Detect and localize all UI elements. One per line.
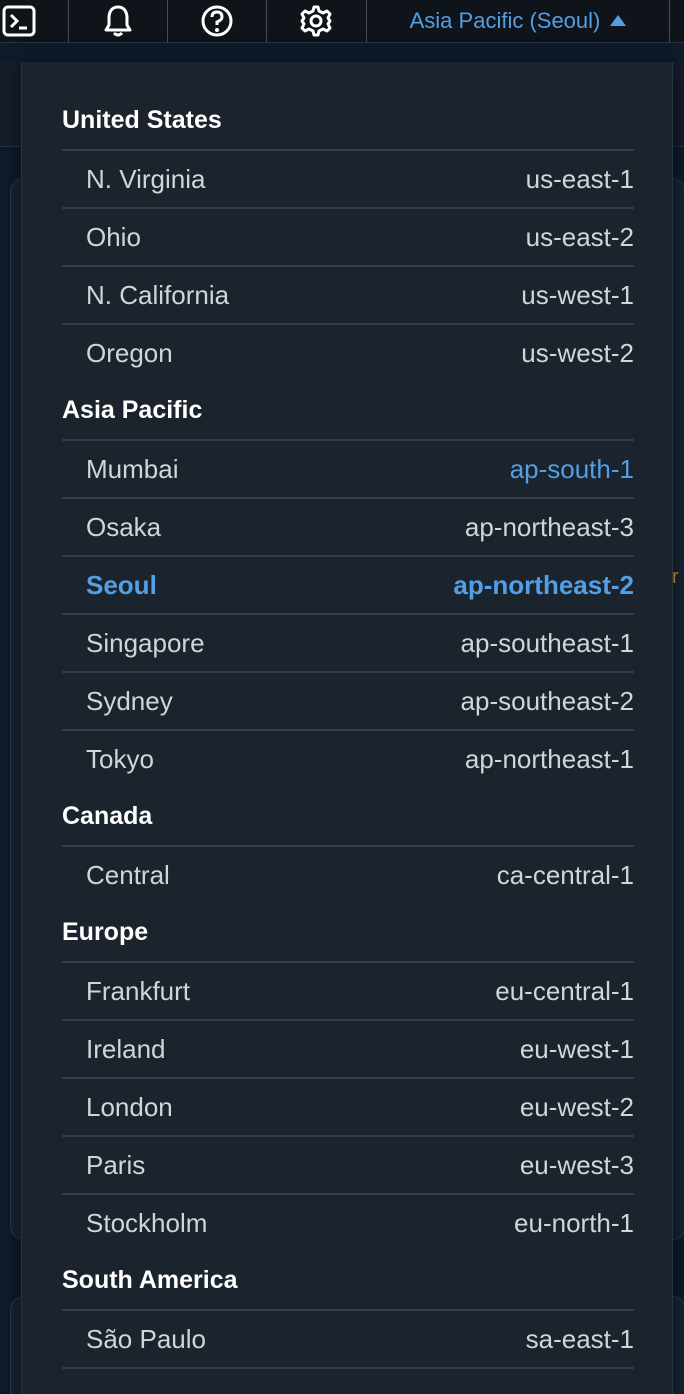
region-group-header: Canada [62, 801, 153, 830]
region-code: ap-south-1 [509, 453, 634, 484]
region-name: Frankfurt [86, 975, 191, 1006]
help-icon [200, 4, 234, 38]
region-code: ap-southeast-1 [460, 627, 634, 658]
region-code: sa-east-1 [525, 1323, 634, 1354]
region-name: N. California [86, 279, 230, 310]
notifications-button[interactable] [69, 0, 167, 42]
bell-icon [102, 4, 134, 38]
caret-up-icon [610, 14, 627, 26]
help-button[interactable] [168, 0, 266, 42]
region-option[interactable]: Ireland eu-west-1 [62, 1019, 634, 1077]
region-code: eu-central-1 [495, 975, 634, 1006]
region-code: eu-west-1 [519, 1033, 634, 1064]
region-option[interactable]: Oregon us-west-2 [62, 323, 634, 381]
region-group-header: United States [62, 105, 222, 134]
settings-button[interactable] [267, 0, 365, 42]
region-code: us-west-2 [521, 337, 634, 368]
region-option[interactable]: Mumbai ap-south-1 [62, 439, 634, 497]
region-option[interactable]: Central ca-central-1 [62, 845, 634, 903]
region-option[interactable]: Paris eu-west-3 [62, 1135, 634, 1193]
region-option[interactable]: Singapore ap-southeast-1 [62, 613, 634, 671]
region-group-header: South America [62, 1265, 238, 1294]
divider [62, 1367, 634, 1369]
region-name: N. Virginia [86, 163, 206, 194]
region-name: Seoul [86, 569, 157, 600]
region-name: Ireland [86, 1033, 166, 1064]
region-selector-button[interactable]: Asia Pacific (Seoul) [368, 0, 668, 42]
region-name: Mumbai [86, 453, 179, 484]
region-name: Oregon [86, 337, 173, 368]
nav-divider [366, 0, 367, 42]
cloudshell-button[interactable] [0, 0, 68, 42]
region-code: ap-northeast-2 [453, 569, 634, 600]
region-option[interactable]: N. Virginia us-east-1 [62, 149, 634, 207]
region-name: Osaka [86, 511, 162, 542]
region-option[interactable]: Tokyo ap-northeast-1 [62, 729, 634, 787]
region-name: Paris [86, 1149, 146, 1180]
region-code: ap-southeast-2 [460, 685, 634, 716]
region-code: us-east-1 [525, 163, 634, 194]
region-code: eu-west-2 [519, 1091, 634, 1122]
console-page: Asia Pacific (Seoul) r United States N. V… [0, 0, 684, 1394]
top-navigation: Asia Pacific (Seoul) [0, 0, 684, 43]
gear-icon [299, 4, 333, 38]
region-name: Central [86, 859, 170, 890]
region-option[interactable]: Frankfurt eu-central-1 [62, 961, 634, 1019]
region-option[interactable]: Sydney ap-southeast-2 [62, 671, 634, 729]
region-selector-label: Asia Pacific (Seoul) [409, 8, 601, 33]
region-name: Tokyo [86, 743, 154, 774]
region-code: us-west-1 [521, 279, 634, 310]
cloudshell-icon [2, 4, 36, 38]
region-name: London [86, 1091, 173, 1122]
nav-divider [669, 0, 670, 42]
background-text: r [672, 566, 679, 588]
region-option[interactable]: Ohio us-east-2 [62, 207, 634, 265]
region-code: ap-northeast-1 [464, 743, 634, 774]
region-code: eu-west-3 [519, 1149, 634, 1180]
region-name: Stockholm [86, 1207, 208, 1238]
region-name: Singapore [86, 627, 205, 658]
region-option[interactable]: Seoul ap-northeast-2 [62, 555, 634, 613]
region-group-header: Asia Pacific [62, 395, 203, 424]
region-option[interactable]: São Paulo sa-east-1 [62, 1309, 634, 1367]
region-name: Ohio [86, 221, 141, 252]
region-option[interactable]: Osaka ap-northeast-3 [62, 497, 634, 555]
region-code: eu-north-1 [514, 1207, 634, 1238]
region-code: ap-northeast-3 [464, 511, 634, 542]
region-option[interactable]: Stockholm eu-north-1 [62, 1193, 634, 1251]
region-code: us-east-2 [525, 221, 634, 252]
region-option[interactable]: N. California us-west-1 [62, 265, 634, 323]
region-option[interactable]: London eu-west-2 [62, 1077, 634, 1135]
region-dropdown: United States N. Virginia us-east-1 Ohio us-… [21, 62, 673, 1394]
region-code: ca-central-1 [496, 859, 634, 890]
region-name: Sydney [86, 685, 173, 716]
region-group-header: Europe [62, 917, 149, 946]
region-name: São Paulo [86, 1323, 206, 1354]
